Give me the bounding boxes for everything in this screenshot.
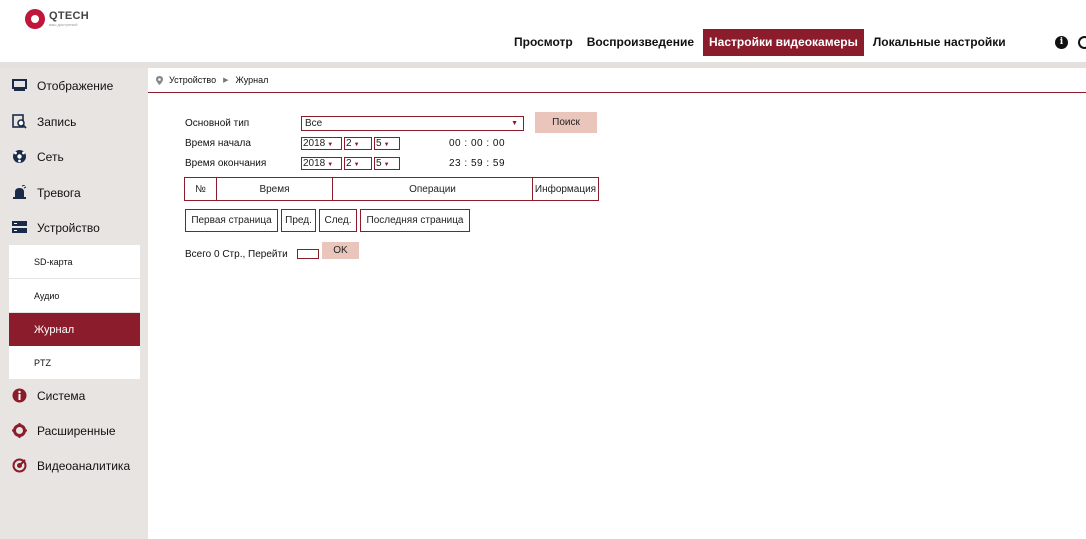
end-month-select[interactable]: 2 ▼: [344, 157, 372, 170]
tab-playback[interactable]: Воспроизведение: [581, 29, 700, 56]
sidebar-item-network[interactable]: Сеть: [0, 139, 140, 174]
dropdown-arrow-icon: ▼: [383, 142, 390, 148]
sidebar-item-device[interactable]: Устройство: [0, 210, 140, 245]
prev-page-button[interactable]: Пред.: [281, 209, 316, 232]
sidebar-item-label: Тревога: [37, 185, 81, 200]
tab-preview[interactable]: Просмотр: [508, 29, 579, 56]
end-time-value[interactable]: 23 : 59 : 59: [449, 158, 505, 169]
sidebar-subitem-log[interactable]: Журнал: [9, 313, 140, 346]
start-day-select[interactable]: 5 ▼: [374, 137, 400, 150]
search-button[interactable]: Поиск: [535, 112, 597, 133]
start-year-select[interactable]: 2018 ▼: [301, 137, 342, 150]
sidebar-subitem-audio[interactable]: Аудио: [9, 279, 140, 312]
sidebar-subitem-sd-card[interactable]: SD-карта: [9, 245, 140, 278]
start-time-value[interactable]: 00 : 00 : 00: [449, 138, 505, 149]
page-total-text: Всего 0 Стр., Перейти: [185, 249, 288, 260]
record-search-icon: [11, 114, 27, 130]
breadcrumb: Устройство ▶ Журнал: [148, 68, 1086, 93]
sidebar: Отображение Запись Сеть Тревога Устройст…: [0, 68, 148, 539]
column-info: Информация: [533, 177, 599, 201]
logo-mark: [25, 9, 45, 29]
start-year-value: 2018: [303, 138, 326, 149]
main-type-label: Основной тип: [185, 118, 250, 129]
end-year-value: 2018: [303, 158, 326, 169]
first-page-button[interactable]: Первая страница: [185, 209, 278, 232]
dropdown-arrow-icon: ▼: [353, 162, 360, 168]
column-operations: Операции: [333, 177, 533, 201]
main-type-select[interactable]: Все ▼: [301, 116, 524, 131]
start-month-value: 2: [346, 138, 352, 149]
power-icon[interactable]: [1078, 36, 1086, 49]
sidebar-item-advanced[interactable]: Расширенные: [0, 413, 140, 448]
gear-icon: [11, 423, 27, 439]
next-page-button[interactable]: След.: [319, 209, 357, 232]
end-time-label: Время окончания: [185, 158, 267, 169]
dropdown-arrow-icon: ▼: [511, 120, 518, 127]
sidebar-item-alarm[interactable]: Тревога: [0, 175, 140, 210]
sidebar-item-label: Отображение: [37, 78, 114, 93]
sidebar-item-record[interactable]: Запись: [0, 104, 140, 139]
end-day-select[interactable]: 5 ▼: [374, 157, 400, 170]
breadcrumb-current: Журнал: [235, 75, 269, 85]
breadcrumb-separator-icon: ▶: [223, 77, 229, 84]
dropdown-arrow-icon: ▼: [383, 162, 390, 168]
main-type-value: Все: [305, 118, 323, 129]
brand-name: QTECH: [49, 10, 89, 22]
tab-local-settings[interactable]: Локальные настройки: [867, 29, 1012, 56]
sidebar-item-label: Система: [37, 388, 86, 403]
sidebar-item-label: Расширенные: [37, 423, 116, 438]
start-month-select[interactable]: 2 ▼: [344, 137, 372, 150]
device-icon: [11, 220, 27, 236]
log-table-header: № Время Операции Информация: [184, 177, 599, 201]
analytics-icon: [11, 458, 27, 474]
sidebar-item-label: Запись: [37, 114, 77, 129]
alarm-icon: [11, 185, 27, 201]
header: QTECH ваш доступный Просмотр Воспроизвед…: [0, 0, 1086, 62]
breadcrumb-parent[interactable]: Устройство: [169, 75, 216, 85]
end-month-value: 2: [346, 158, 352, 169]
goto-page-input[interactable]: [297, 249, 319, 259]
dropdown-arrow-icon: ▼: [353, 142, 360, 148]
column-time: Время: [217, 177, 333, 201]
monitor-icon: [11, 78, 27, 94]
end-year-select[interactable]: 2018 ▼: [301, 157, 342, 170]
info-icon[interactable]: i: [1055, 36, 1068, 49]
end-day-value: 5: [376, 158, 382, 169]
dropdown-arrow-icon: ▼: [327, 162, 334, 168]
start-day-value: 5: [376, 138, 382, 149]
sidebar-item-label: Устройство: [37, 220, 100, 235]
info-icon: [11, 388, 27, 404]
column-number: №: [184, 177, 217, 201]
tab-camera-settings[interactable]: Настройки видеокамеры: [703, 29, 864, 56]
dropdown-arrow-icon: ▼: [327, 142, 334, 148]
sidebar-item-label: Сеть: [37, 149, 64, 164]
network-icon: [11, 149, 27, 165]
ok-button[interactable]: OK: [322, 242, 359, 259]
sidebar-item-system[interactable]: Система: [0, 378, 140, 413]
location-pin-icon: [156, 75, 163, 85]
top-navigation: Просмотр Воспроизведение Настройки видео…: [508, 29, 1012, 56]
logo: QTECH ваш доступный: [25, 9, 89, 29]
sidebar-item-video-analytics[interactable]: Видеоаналитика: [0, 448, 140, 483]
last-page-button[interactable]: Последняя страница: [360, 209, 470, 232]
sidebar-item-display[interactable]: Отображение: [0, 68, 140, 103]
brand-tagline: ваш доступный: [49, 22, 78, 27]
sidebar-item-label: Видеоаналитика: [37, 458, 131, 473]
sidebar-subitem-ptz[interactable]: PTZ: [9, 346, 140, 379]
start-time-label: Время начала: [185, 138, 251, 149]
